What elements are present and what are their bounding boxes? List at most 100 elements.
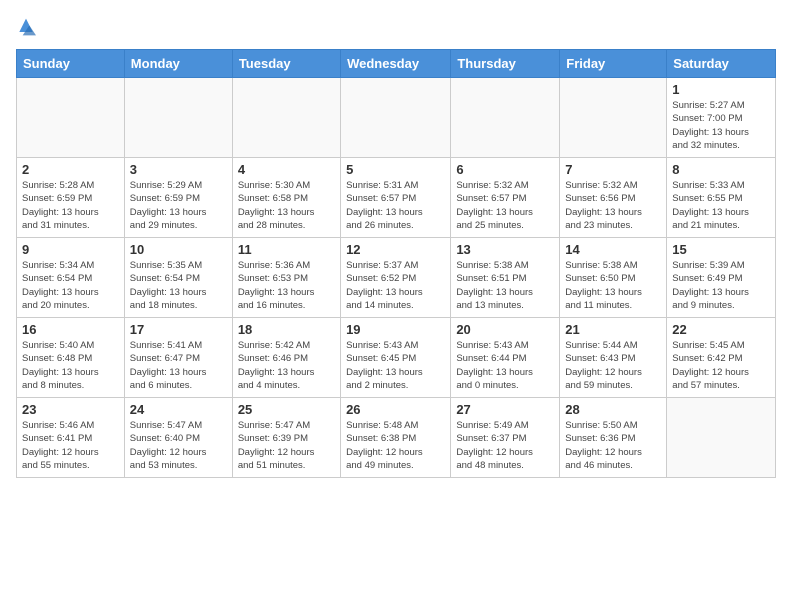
day-number: 24: [130, 402, 227, 417]
day-number: 14: [565, 242, 661, 257]
day-number: 5: [346, 162, 445, 177]
day-number: 25: [238, 402, 335, 417]
day-cell: 21 Sunrise: 5:44 AM Sunset: 6:43 PM Dayli…: [560, 318, 667, 398]
day-number: 18: [238, 322, 335, 337]
day-number: 9: [22, 242, 119, 257]
day-info: Sunrise: 5:47 AM Sunset: 6:40 PM Dayligh…: [130, 419, 227, 472]
day-info: Sunrise: 5:37 AM Sunset: 6:52 PM Dayligh…: [346, 259, 445, 312]
day-cell: 10 Sunrise: 5:35 AM Sunset: 6:54 PM Dayli…: [124, 238, 232, 318]
day-info: Sunrise: 5:34 AM Sunset: 6:54 PM Dayligh…: [22, 259, 119, 312]
day-info: Sunrise: 5:41 AM Sunset: 6:47 PM Dayligh…: [130, 339, 227, 392]
day-number: 28: [565, 402, 661, 417]
day-number: 15: [672, 242, 770, 257]
day-number: 21: [565, 322, 661, 337]
day-info: Sunrise: 5:36 AM Sunset: 6:53 PM Dayligh…: [238, 259, 335, 312]
day-cell: 24 Sunrise: 5:47 AM Sunset: 6:40 PM Dayli…: [124, 398, 232, 478]
day-cell: 14 Sunrise: 5:38 AM Sunset: 6:50 PM Dayli…: [560, 238, 667, 318]
day-info: Sunrise: 5:38 AM Sunset: 6:50 PM Dayligh…: [565, 259, 661, 312]
day-number: 10: [130, 242, 227, 257]
day-cell: 1 Sunrise: 5:27 AM Sunset: 7:00 PM Daylig…: [667, 78, 776, 158]
day-cell: 17 Sunrise: 5:41 AM Sunset: 6:47 PM Dayli…: [124, 318, 232, 398]
day-info: Sunrise: 5:50 AM Sunset: 6:36 PM Dayligh…: [565, 419, 661, 472]
day-info: Sunrise: 5:35 AM Sunset: 6:54 PM Dayligh…: [130, 259, 227, 312]
weekday-header-thursday: Thursday: [451, 50, 560, 78]
day-cell: 11 Sunrise: 5:36 AM Sunset: 6:53 PM Dayli…: [232, 238, 340, 318]
day-cell: 26 Sunrise: 5:48 AM Sunset: 6:38 PM Dayli…: [341, 398, 451, 478]
day-info: Sunrise: 5:42 AM Sunset: 6:46 PM Dayligh…: [238, 339, 335, 392]
week-row-1: 1 Sunrise: 5:27 AM Sunset: 7:00 PM Daylig…: [17, 78, 776, 158]
week-row-5: 23 Sunrise: 5:46 AM Sunset: 6:41 PM Dayli…: [17, 398, 776, 478]
day-number: 20: [456, 322, 554, 337]
day-info: Sunrise: 5:38 AM Sunset: 6:51 PM Dayligh…: [456, 259, 554, 312]
day-cell: 15 Sunrise: 5:39 AM Sunset: 6:49 PM Dayli…: [667, 238, 776, 318]
day-number: 23: [22, 402, 119, 417]
day-cell: 20 Sunrise: 5:43 AM Sunset: 6:44 PM Dayli…: [451, 318, 560, 398]
day-info: Sunrise: 5:32 AM Sunset: 6:56 PM Dayligh…: [565, 179, 661, 232]
day-cell: 9 Sunrise: 5:34 AM Sunset: 6:54 PM Daylig…: [17, 238, 125, 318]
header: [16, 16, 776, 37]
day-cell: 8Sunrise: 5:33 AM Sunset: 6:55 PM Daylig…: [667, 158, 776, 238]
day-info: Sunrise: 5:31 AM Sunset: 6:57 PM Dayligh…: [346, 179, 445, 232]
weekday-header-tuesday: Tuesday: [232, 50, 340, 78]
day-cell: 6Sunrise: 5:32 AM Sunset: 6:57 PM Daylig…: [451, 158, 560, 238]
day-number: 3: [130, 162, 227, 177]
day-cell: 3 Sunrise: 5:29 AM Sunset: 6:59 PM Daylig…: [124, 158, 232, 238]
day-cell: 16 Sunrise: 5:40 AM Sunset: 6:48 PM Dayli…: [17, 318, 125, 398]
day-cell: 27 Sunrise: 5:49 AM Sunset: 6:37 PM Dayli…: [451, 398, 560, 478]
day-info: Sunrise: 5:46 AM Sunset: 6:41 PM Dayligh…: [22, 419, 119, 472]
day-info: Sunrise: 5:45 AM Sunset: 6:42 PM Dayligh…: [672, 339, 770, 392]
day-info: Sunrise: 5:29 AM Sunset: 6:59 PM Dayligh…: [130, 179, 227, 232]
day-number: 17: [130, 322, 227, 337]
weekday-header-wednesday: Wednesday: [341, 50, 451, 78]
day-cell: [17, 78, 125, 158]
logo-icon: [16, 17, 36, 37]
day-cell: 4 Sunrise: 5:30 AM Sunset: 6:58 PM Daylig…: [232, 158, 340, 238]
day-info: Sunrise: 5:40 AM Sunset: 6:48 PM Dayligh…: [22, 339, 119, 392]
day-cell: 19Sunrise: 5:43 AM Sunset: 6:45 PM Dayli…: [341, 318, 451, 398]
day-cell: [124, 78, 232, 158]
weekday-header-monday: Monday: [124, 50, 232, 78]
day-cell: 23 Sunrise: 5:46 AM Sunset: 6:41 PM Dayli…: [17, 398, 125, 478]
day-info: Sunrise: 5:43 AM Sunset: 6:44 PM Dayligh…: [456, 339, 554, 392]
day-info: Sunrise: 5:27 AM Sunset: 7:00 PM Dayligh…: [672, 99, 770, 152]
logo: [16, 16, 40, 37]
day-info: Sunrise: 5:47 AM Sunset: 6:39 PM Dayligh…: [238, 419, 335, 472]
day-info: Sunrise: 5:49 AM Sunset: 6:37 PM Dayligh…: [456, 419, 554, 472]
week-row-4: 16 Sunrise: 5:40 AM Sunset: 6:48 PM Dayli…: [17, 318, 776, 398]
day-cell: 28 Sunrise: 5:50 AM Sunset: 6:36 PM Dayli…: [560, 398, 667, 478]
day-cell: 5 Sunrise: 5:31 AM Sunset: 6:57 PM Daylig…: [341, 158, 451, 238]
day-info: Sunrise: 5:43 AM Sunset: 6:45 PM Dayligh…: [346, 339, 445, 392]
weekday-header-saturday: Saturday: [667, 50, 776, 78]
day-cell: 22 Sunrise: 5:45 AM Sunset: 6:42 PM Dayli…: [667, 318, 776, 398]
day-cell: 7 Sunrise: 5:32 AM Sunset: 6:56 PM Daylig…: [560, 158, 667, 238]
calendar: SundayMondayTuesdayWednesdayThursdayFrid…: [16, 49, 776, 478]
day-number: 7: [565, 162, 661, 177]
day-cell: 12 Sunrise: 5:37 AM Sunset: 6:52 PM Dayli…: [341, 238, 451, 318]
day-cell: [560, 78, 667, 158]
day-number: 16: [22, 322, 119, 337]
week-row-2: 2Sunrise: 5:28 AM Sunset: 6:59 PM Daylig…: [17, 158, 776, 238]
day-cell: [341, 78, 451, 158]
day-number: 11: [238, 242, 335, 257]
day-cell: 13 Sunrise: 5:38 AM Sunset: 6:51 PM Dayli…: [451, 238, 560, 318]
weekday-header-sunday: Sunday: [17, 50, 125, 78]
day-number: 22: [672, 322, 770, 337]
day-info: Sunrise: 5:39 AM Sunset: 6:49 PM Dayligh…: [672, 259, 770, 312]
day-number: 27: [456, 402, 554, 417]
day-info: Sunrise: 5:30 AM Sunset: 6:58 PM Dayligh…: [238, 179, 335, 232]
day-info: Sunrise: 5:44 AM Sunset: 6:43 PM Dayligh…: [565, 339, 661, 392]
day-cell: [667, 398, 776, 478]
day-number: 1: [672, 82, 770, 97]
weekday-header-friday: Friday: [560, 50, 667, 78]
day-number: 4: [238, 162, 335, 177]
day-cell: [232, 78, 340, 158]
day-number: 13: [456, 242, 554, 257]
day-number: 12: [346, 242, 445, 257]
day-cell: 2Sunrise: 5:28 AM Sunset: 6:59 PM Daylig…: [17, 158, 125, 238]
weekday-header-row: SundayMondayTuesdayWednesdayThursdayFrid…: [17, 50, 776, 78]
day-cell: 18 Sunrise: 5:42 AM Sunset: 6:46 PM Dayli…: [232, 318, 340, 398]
day-number: 26: [346, 402, 445, 417]
day-number: 6: [456, 162, 554, 177]
day-number: 2: [22, 162, 119, 177]
day-info: Sunrise: 5:48 AM Sunset: 6:38 PM Dayligh…: [346, 419, 445, 472]
